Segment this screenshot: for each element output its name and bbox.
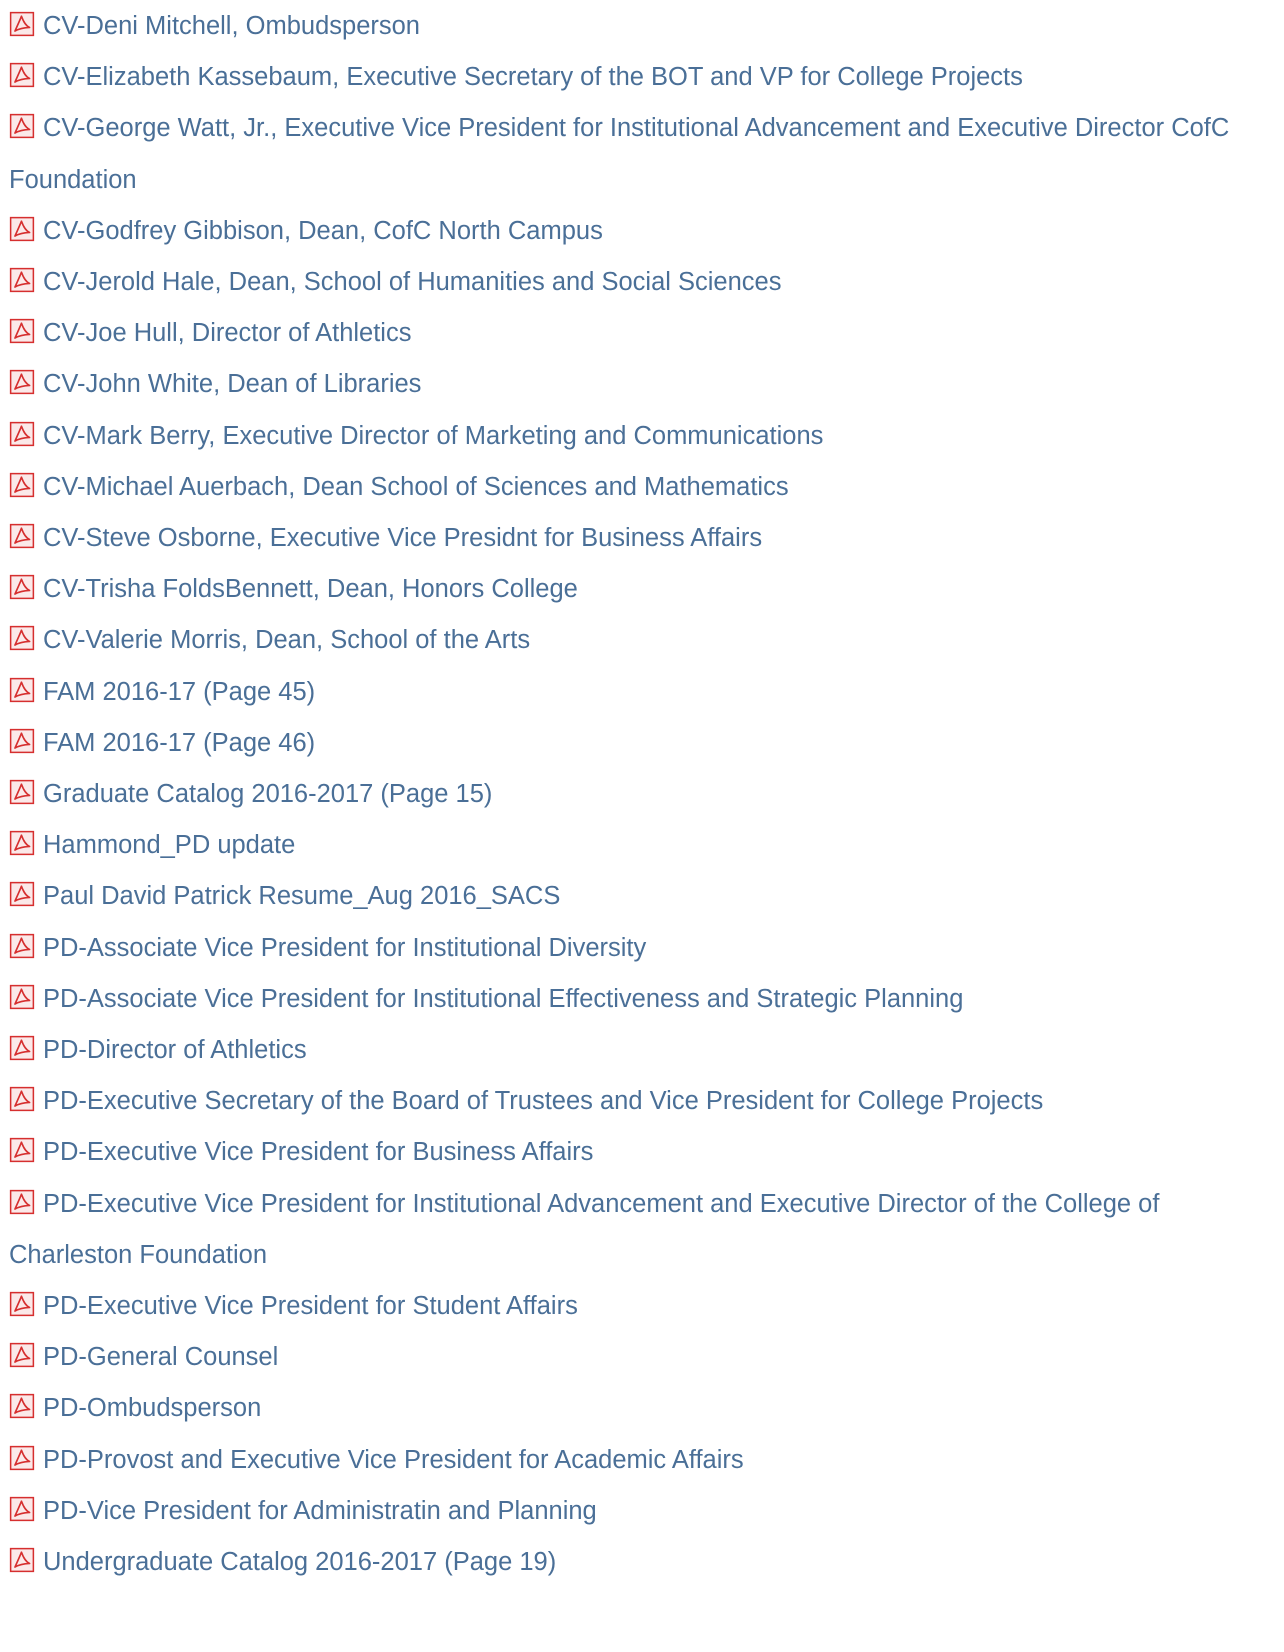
document-link[interactable]: CV-Joe Hull, Director of Athletics bbox=[43, 319, 411, 347]
document-list: CV-Deni Mitchell, Ombudsperson CV-Elizabe… bbox=[9, 1, 1275, 1588]
pdf-file-icon bbox=[9, 209, 35, 241]
document-link[interactable]: Graduate Catalog 2016-2017 (Page 15) bbox=[43, 780, 492, 808]
document-item: PD-Director of Athletics bbox=[9, 1025, 1275, 1076]
pdf-file-icon bbox=[9, 4, 35, 37]
document-item: CV-Steve Osborne, Executive Vice Presidn… bbox=[9, 513, 1275, 564]
pdf-file-icon bbox=[9, 874, 35, 907]
document-item: CV-Michael Auerbach, Dean School of Scie… bbox=[9, 462, 1275, 513]
document-item: PD-Ombudsperson bbox=[9, 1383, 1275, 1434]
document-link[interactable]: CV-Mark Berry, Executive Director of Mar… bbox=[43, 422, 823, 450]
document-item: PD-Executive Vice President for Student … bbox=[9, 1281, 1275, 1332]
pdf-file-icon bbox=[9, 1540, 35, 1573]
pdf-file-icon bbox=[9, 977, 35, 1009]
pdf-file-icon bbox=[9, 1438, 35, 1470]
pdf-file-icon bbox=[9, 260, 35, 293]
document-link[interactable]: CV-Michael Auerbach, Dean School of Scie… bbox=[43, 473, 789, 501]
document-item: CV-Valerie Morris, Dean, School of the A… bbox=[9, 615, 1275, 666]
document-link[interactable]: CV-George Watt, Jr., Executive Vice Pres… bbox=[9, 114, 1229, 193]
document-item: CV-Mark Berry, Executive Director of Mar… bbox=[9, 411, 1275, 462]
document-link[interactable]: CV-John White, Dean of Libraries bbox=[43, 370, 421, 398]
pdf-file-icon bbox=[9, 1386, 35, 1419]
pdf-file-icon bbox=[9, 1079, 35, 1112]
pdf-file-icon bbox=[9, 772, 35, 805]
document-item: PD-Associate Vice President for Institut… bbox=[9, 974, 1275, 1025]
document-item: PD-Provost and Executive Vice President … bbox=[9, 1435, 1275, 1486]
document-link[interactable]: PD-Vice President for Administratin and … bbox=[43, 1497, 597, 1525]
pdf-file-icon bbox=[9, 311, 35, 344]
pdf-file-icon bbox=[9, 414, 35, 446]
pdf-file-icon bbox=[9, 721, 35, 753]
pdf-file-icon bbox=[9, 1130, 35, 1163]
document-item: PD-Executive Vice President for Institut… bbox=[9, 1179, 1275, 1281]
document-item: CV-Godfrey Gibbison, Dean, CofC North Ca… bbox=[9, 206, 1275, 257]
document-link[interactable]: Undergraduate Catalog 2016-2017 (Page 19… bbox=[43, 1548, 556, 1576]
document-item: FAM 2016-17 (Page 45) bbox=[9, 667, 1275, 718]
document-link[interactable]: PD-Executive Vice President for Student … bbox=[43, 1292, 578, 1320]
document-item: Paul David Patrick Resume_Aug 2016_SACS bbox=[9, 871, 1275, 922]
document-link[interactable]: Paul David Patrick Resume_Aug 2016_SACS bbox=[43, 882, 560, 910]
document-link[interactable]: FAM 2016-17 (Page 45) bbox=[43, 678, 315, 706]
pdf-file-icon bbox=[9, 55, 35, 88]
document-link[interactable]: CV-Deni Mitchell, Ombudsperson bbox=[43, 12, 420, 40]
document-item: FAM 2016-17 (Page 46) bbox=[9, 718, 1275, 769]
document-link[interactable]: PD-Ombudsperson bbox=[43, 1394, 261, 1422]
pdf-file-icon bbox=[9, 1335, 35, 1368]
document-item: CV-Deni Mitchell, Ombudsperson bbox=[9, 1, 1275, 52]
document-link[interactable]: PD-Director of Athletics bbox=[43, 1036, 307, 1064]
document-link[interactable]: PD-Associate Vice President for Institut… bbox=[43, 934, 646, 962]
pdf-file-icon bbox=[9, 823, 35, 856]
document-item: PD-General Counsel bbox=[9, 1332, 1275, 1383]
pdf-file-icon bbox=[9, 567, 35, 600]
document-item: CV-Joe Hull, Director of Athletics bbox=[9, 308, 1275, 359]
pdf-file-icon bbox=[9, 618, 35, 651]
document-item: CV-John White, Dean of Libraries bbox=[9, 359, 1275, 410]
document-link[interactable]: PD-Executive Secretary of the Board of T… bbox=[43, 1087, 1043, 1115]
document-link[interactable]: CV-Godfrey Gibbison, Dean, CofC North Ca… bbox=[43, 217, 603, 245]
document-item: Undergraduate Catalog 2016-2017 (Page 19… bbox=[9, 1537, 1275, 1588]
document-link[interactable]: FAM 2016-17 (Page 46) bbox=[43, 729, 315, 757]
pdf-file-icon bbox=[9, 362, 35, 395]
pdf-file-icon bbox=[9, 1489, 35, 1522]
document-link[interactable]: PD-Executive Vice President for Business… bbox=[43, 1138, 593, 1166]
document-link[interactable]: PD-Provost and Executive Vice President … bbox=[43, 1446, 744, 1474]
pdf-file-icon bbox=[9, 1182, 35, 1214]
pdf-file-icon bbox=[9, 1028, 35, 1061]
pdf-file-icon bbox=[9, 926, 35, 958]
pdf-file-icon bbox=[9, 106, 35, 139]
document-link[interactable]: CV-Jerold Hale, Dean, School of Humaniti… bbox=[43, 268, 781, 296]
document-item: Graduate Catalog 2016-2017 (Page 15) bbox=[9, 769, 1275, 820]
pdf-file-icon bbox=[9, 465, 35, 497]
document-link[interactable]: CV-Steve Osborne, Executive Vice Presidn… bbox=[43, 524, 762, 552]
document-item: PD-Executive Secretary of the Board of T… bbox=[9, 1076, 1275, 1127]
pdf-file-icon bbox=[9, 670, 35, 702]
document-link[interactable]: PD-Associate Vice President for Institut… bbox=[43, 985, 963, 1013]
document-link[interactable]: CV-Valerie Morris, Dean, School of the A… bbox=[43, 626, 530, 654]
document-item: CV-George Watt, Jr., Executive Vice Pres… bbox=[9, 103, 1275, 205]
document-item: CV-Trisha FoldsBennett, Dean, Honors Col… bbox=[9, 564, 1275, 615]
document-link[interactable]: Hammond_PD update bbox=[43, 831, 295, 859]
pdf-file-icon bbox=[9, 1284, 35, 1317]
document-item: PD-Associate Vice President for Institut… bbox=[9, 923, 1275, 974]
document-link[interactable]: CV-Elizabeth Kassebaum, Executive Secret… bbox=[43, 63, 1023, 91]
document-link[interactable]: PD-Executive Vice President for Institut… bbox=[9, 1190, 1159, 1269]
document-item: CV-Jerold Hale, Dean, School of Humaniti… bbox=[9, 257, 1275, 308]
document-link[interactable]: CV-Trisha FoldsBennett, Dean, Honors Col… bbox=[43, 575, 578, 603]
document-item: CV-Elizabeth Kassebaum, Executive Secret… bbox=[9, 52, 1275, 103]
document-item: Hammond_PD update bbox=[9, 820, 1275, 871]
document-item: PD-Vice President for Administratin and … bbox=[9, 1486, 1275, 1537]
pdf-file-icon bbox=[9, 516, 35, 549]
document-item: PD-Executive Vice President for Business… bbox=[9, 1127, 1275, 1178]
document-link[interactable]: PD-General Counsel bbox=[43, 1343, 278, 1371]
